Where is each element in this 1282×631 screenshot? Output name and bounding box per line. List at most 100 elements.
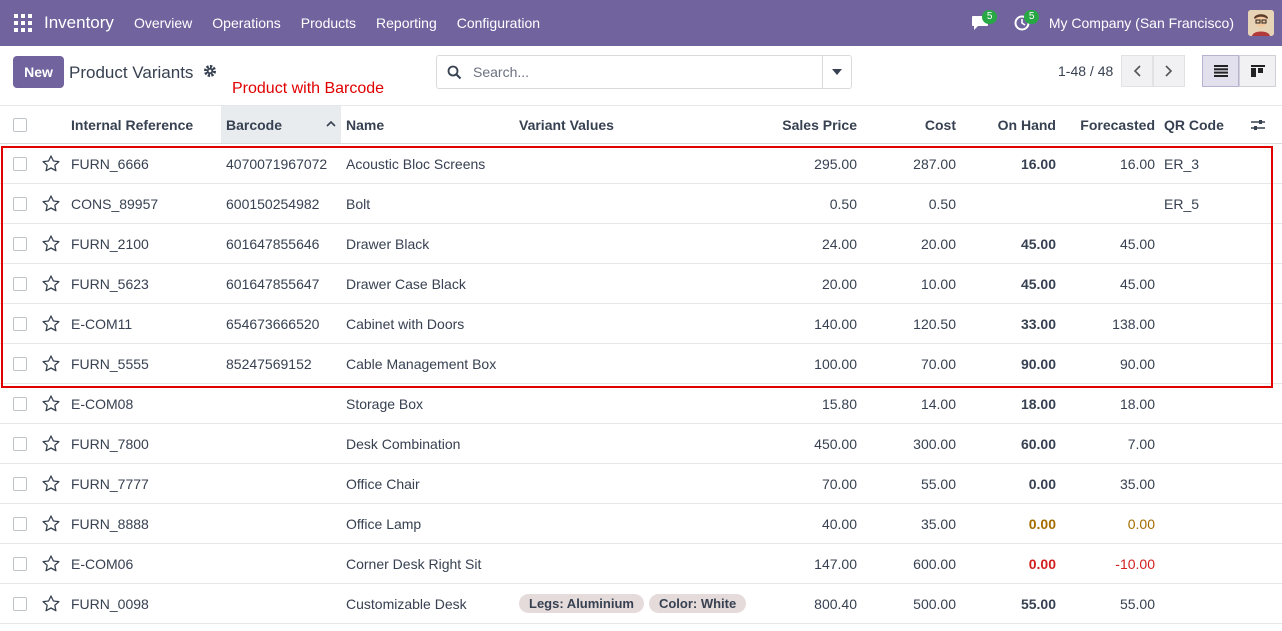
company-switcher[interactable]: My Company (San Francisco) [1049,15,1234,31]
favorite-star-icon[interactable] [42,424,60,463]
row-checkbox[interactable] [13,476,27,491]
favorite-star-icon[interactable] [42,144,60,183]
cell-sales-price: 20.00 [821,275,857,292]
cell-sales-price: 147.00 [814,555,857,572]
favorite-star-icon[interactable] [42,304,60,343]
cell-qr-code: ER_3 [1164,155,1200,172]
row-checkbox-cell[interactable] [13,504,27,543]
search-icon [447,65,462,80]
table-row[interactable]: CONS_89957 600150254982 Bolt 0.50 0.50 ER_5 [0,184,1282,224]
row-checkbox[interactable] [13,556,27,571]
table-row[interactable]: FURN_8888 Office Lamp 40.00 35.00 0.00 0.00 [0,504,1282,544]
column-internal-reference[interactable]: Internal Reference [71,106,193,143]
row-checkbox-cell[interactable] [13,384,27,423]
row-checkbox[interactable] [13,396,27,411]
column-variant-values[interactable]: Variant Values [519,106,614,143]
cell-on-hand: 0.00 [1028,515,1056,532]
menu-reporting[interactable]: Reporting [366,15,447,31]
cell-forecasted: 7.00 [1127,435,1155,452]
row-checkbox-cell[interactable] [13,224,27,263]
favorite-star-icon[interactable] [42,584,60,623]
table-row[interactable]: E-COM11 654673666520 Cabinet with Doors 140… [0,304,1282,344]
table-row[interactable]: FURN_0098 Customizable Desk Legs: Aluminiu… [0,584,1282,624]
apps-menu-icon[interactable] [14,14,32,32]
table-row[interactable]: FURN_2100 601647855646 Drawer Black 24.00 20… [0,224,1282,264]
column-on-hand[interactable]: On Hand [966,106,1056,143]
row-checkbox-cell[interactable] [13,184,27,223]
row-checkbox-cell[interactable] [13,264,27,303]
row-checkbox[interactable] [13,356,27,371]
checkbox[interactable] [13,117,27,132]
cell-internal-reference: FURN_5555 [71,355,149,372]
activities-button[interactable]: 5 [1007,0,1040,46]
row-checkbox[interactable] [13,276,27,291]
cell-name: Drawer Case Black [346,275,466,292]
favorite-star-icon[interactable] [42,544,60,583]
row-checkbox-cell[interactable] [13,144,27,183]
favorite-star-icon[interactable] [42,264,60,303]
favorite-star-icon[interactable] [42,464,60,503]
table-header: Internal Reference Barcode Name Variant … [0,106,1282,144]
app-title[interactable]: Inventory [44,13,114,33]
row-checkbox[interactable] [13,196,27,211]
row-checkbox-cell[interactable] [13,544,27,583]
cell-cost: 287.00 [913,155,956,172]
new-button[interactable]: New [13,56,64,88]
menu-products[interactable]: Products [291,15,366,31]
cell-internal-reference: FURN_5623 [71,275,149,292]
row-checkbox[interactable] [13,596,27,611]
variant-tag: Color: White [648,594,747,613]
column-name[interactable]: Name [346,106,384,143]
table-row[interactable]: E-COM08 Storage Box 15.80 14.00 18.00 18.00 [0,384,1282,424]
kanban-view-button[interactable] [1239,55,1276,87]
row-checkbox[interactable] [13,316,27,331]
row-checkbox[interactable] [13,516,27,531]
favorite-star-icon[interactable] [42,184,60,223]
select-all-checkbox[interactable] [13,106,27,143]
table-row[interactable]: FURN_7777 Office Chair 70.00 55.00 0.00 35.00 [0,464,1282,504]
column-barcode[interactable]: Barcode [221,106,341,143]
column-forecasted[interactable]: Forecasted [1064,106,1155,143]
table-row[interactable]: FURN_7800 Desk Combination 450.00 300.00 60.… [0,424,1282,464]
table-row[interactable]: FURN_6666 4070071967072 Acoustic Bloc Scre… [0,144,1282,184]
table-row[interactable]: E-COM06 Corner Desk Right Sit 147.00 600.00… [0,544,1282,584]
cell-barcode: 4070071967072 [226,155,328,172]
favorite-star-icon[interactable] [42,344,60,383]
menu-operations[interactable]: Operations [202,15,290,31]
row-checkbox[interactable] [13,436,27,451]
cell-sales-price: 295.00 [814,155,857,172]
cell-sales-price: 450.00 [814,435,857,452]
menu-overview[interactable]: Overview [124,15,202,31]
pager-next-button[interactable] [1153,55,1185,87]
pager-previous-button[interactable] [1121,55,1153,87]
favorite-star-icon[interactable] [42,224,60,263]
table-row[interactable]: FURN_5555 85247569152 Cable Management Box… [0,344,1282,384]
row-checkbox[interactable] [13,156,27,171]
cell-variant-values: Legs: Aluminium Color: White [519,584,751,623]
favorite-star-icon[interactable] [42,384,60,423]
sort-ascending-icon [326,120,336,127]
row-checkbox[interactable] [13,236,27,251]
optional-columns-toggle[interactable] [1251,106,1265,143]
search-options-toggle[interactable] [822,56,851,88]
messages-button[interactable]: 5 [965,0,998,46]
column-qr-code[interactable]: QR Code [1164,106,1224,143]
row-checkbox-cell[interactable] [13,584,27,623]
table-row[interactable]: FURN_5623 601647855647 Drawer Case Black 20… [0,264,1282,304]
favorite-star-icon[interactable] [42,504,60,543]
sliders-icon [1251,119,1265,130]
row-checkbox-cell[interactable] [13,344,27,383]
column-cost[interactable]: Cost [870,106,956,143]
user-avatar[interactable] [1248,10,1274,36]
row-checkbox-cell[interactable] [13,304,27,343]
cell-on-hand: 18.00 [1020,395,1056,412]
cell-on-hand: 16.00 [1020,155,1056,172]
row-checkbox-cell[interactable] [13,464,27,503]
column-sales-price[interactable]: Sales Price [760,106,857,143]
search-input[interactable] [473,56,813,88]
gear-icon[interactable] [203,64,217,78]
menu-configuration[interactable]: Configuration [447,15,550,31]
list-view-button[interactable] [1202,55,1239,87]
pager-value[interactable]: 1-48 / 48 [1058,63,1113,79]
row-checkbox-cell[interactable] [13,424,27,463]
